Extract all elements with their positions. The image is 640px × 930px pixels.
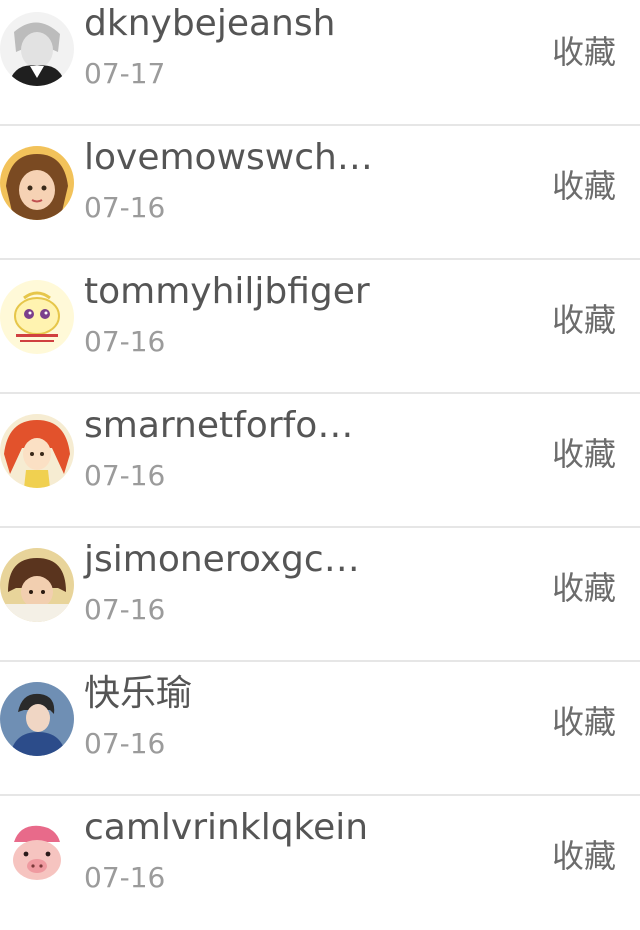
list-item[interactable]: smarnetforfo… 07-16 收藏 [0, 394, 640, 528]
list-item[interactable]: dknybejeansh 07-17 收藏 [0, 0, 640, 126]
favorite-button[interactable]: 收藏 [552, 166, 616, 206]
avatar[interactable] [0, 146, 74, 220]
favorite-button[interactable]: 收藏 [552, 836, 616, 876]
list-item[interactable]: camlvrinklqkein 07-16 收藏 [0, 796, 640, 930]
list-item[interactable]: lovemowswch… 07-16 收藏 [0, 126, 640, 260]
list-item[interactable]: 快乐瑜 07-16 收藏 [0, 662, 640, 796]
username: camlvrinklqkein [84, 807, 369, 848]
username: smarnetforfo… [84, 405, 354, 446]
date: 07-16 [84, 191, 166, 224]
avatar[interactable] [0, 682, 74, 756]
username: 快乐瑜 [84, 673, 193, 714]
favorite-button[interactable]: 收藏 [552, 434, 616, 474]
favorite-button[interactable]: 收藏 [552, 300, 616, 340]
date: 07-16 [84, 325, 166, 358]
avatar[interactable] [0, 548, 74, 622]
username: lovemowswch… [84, 137, 373, 178]
avatar[interactable] [0, 280, 74, 354]
username: dknybejeansh [84, 3, 336, 44]
favorite-button[interactable]: 收藏 [552, 568, 616, 608]
favorites-list: dknybejeansh 07-17 收藏 lovemowswch… 07-16… [0, 0, 640, 918]
list-item[interactable]: tommyhiljbfiger 07-16 收藏 [0, 260, 640, 394]
date: 07-17 [84, 57, 166, 90]
favorite-button[interactable]: 收藏 [552, 702, 616, 742]
avatar[interactable] [0, 12, 74, 86]
avatar[interactable] [0, 816, 74, 890]
username: tommyhiljbfiger [84, 271, 370, 312]
avatar[interactable] [0, 414, 74, 488]
date: 07-16 [84, 593, 166, 626]
favorite-button[interactable]: 收藏 [552, 32, 616, 72]
username: jsimoneroxgc… [84, 539, 360, 580]
date: 07-16 [84, 861, 166, 894]
date: 07-16 [84, 727, 166, 760]
list-item[interactable]: jsimoneroxgc… 07-16 收藏 [0, 528, 640, 662]
date: 07-16 [84, 459, 166, 492]
